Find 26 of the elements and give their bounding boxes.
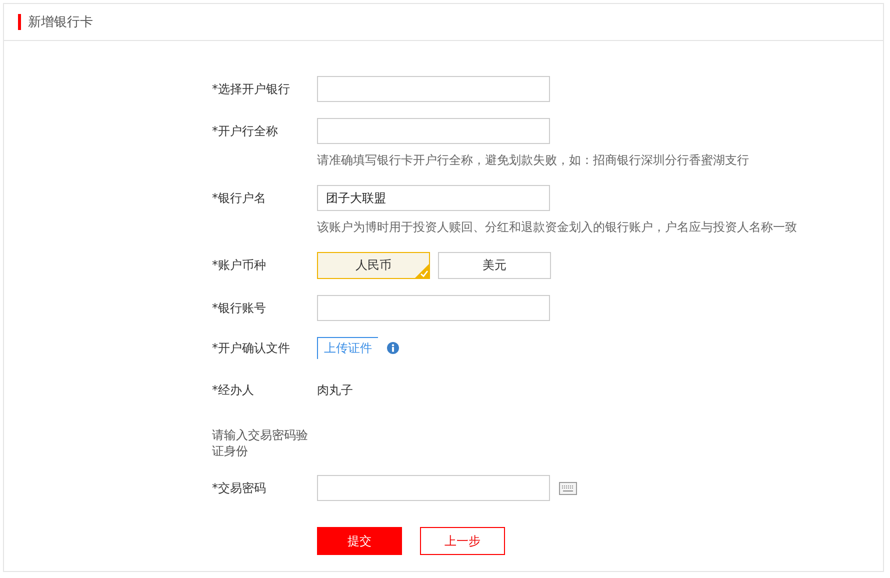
title-marker [18, 14, 21, 30]
input-field[interactable]: 团子大联盟 [317, 185, 550, 211]
currency-option[interactable]: 美元 [438, 252, 551, 279]
field-label: *开户行全称 [212, 123, 279, 140]
submit-button[interactable]: 提交 [317, 527, 402, 555]
input-field[interactable] [317, 76, 550, 102]
handler-name: 肉丸子 [317, 382, 353, 399]
field-hint: 请准确填写银行卡开户行全称，避免划款失败，如：招商银行深圳分行香蜜湖支行 [317, 152, 749, 169]
field-hint: 该账户为博时用于投资人赎回、分红和退款资金划入的银行账户，户名应与投资人名称一致 [317, 219, 797, 236]
keyboard-icon[interactable] [559, 482, 577, 494]
verify-note: 请输入交易密码验证身份 [212, 427, 309, 459]
info-icon[interactable] [387, 342, 399, 354]
field-label: *选择开户银行 [212, 81, 291, 98]
currency-option[interactable]: 人民币 [317, 252, 430, 279]
back-button[interactable]: 上一步 [420, 527, 505, 555]
field-label: *交易密码 [212, 480, 267, 497]
field-label: *开户确认文件 [212, 340, 291, 357]
check-icon [415, 264, 429, 278]
password-field[interactable] [317, 475, 550, 501]
field-label: *经办人 [212, 382, 255, 399]
field-label: *银行户名 [212, 190, 267, 207]
field-label: *银行账号 [212, 300, 267, 317]
input-field[interactable] [317, 118, 550, 144]
input-field[interactable] [317, 295, 550, 321]
field-label: *账户币种 [212, 257, 267, 274]
page-title: 新增银行卡 [28, 14, 93, 31]
